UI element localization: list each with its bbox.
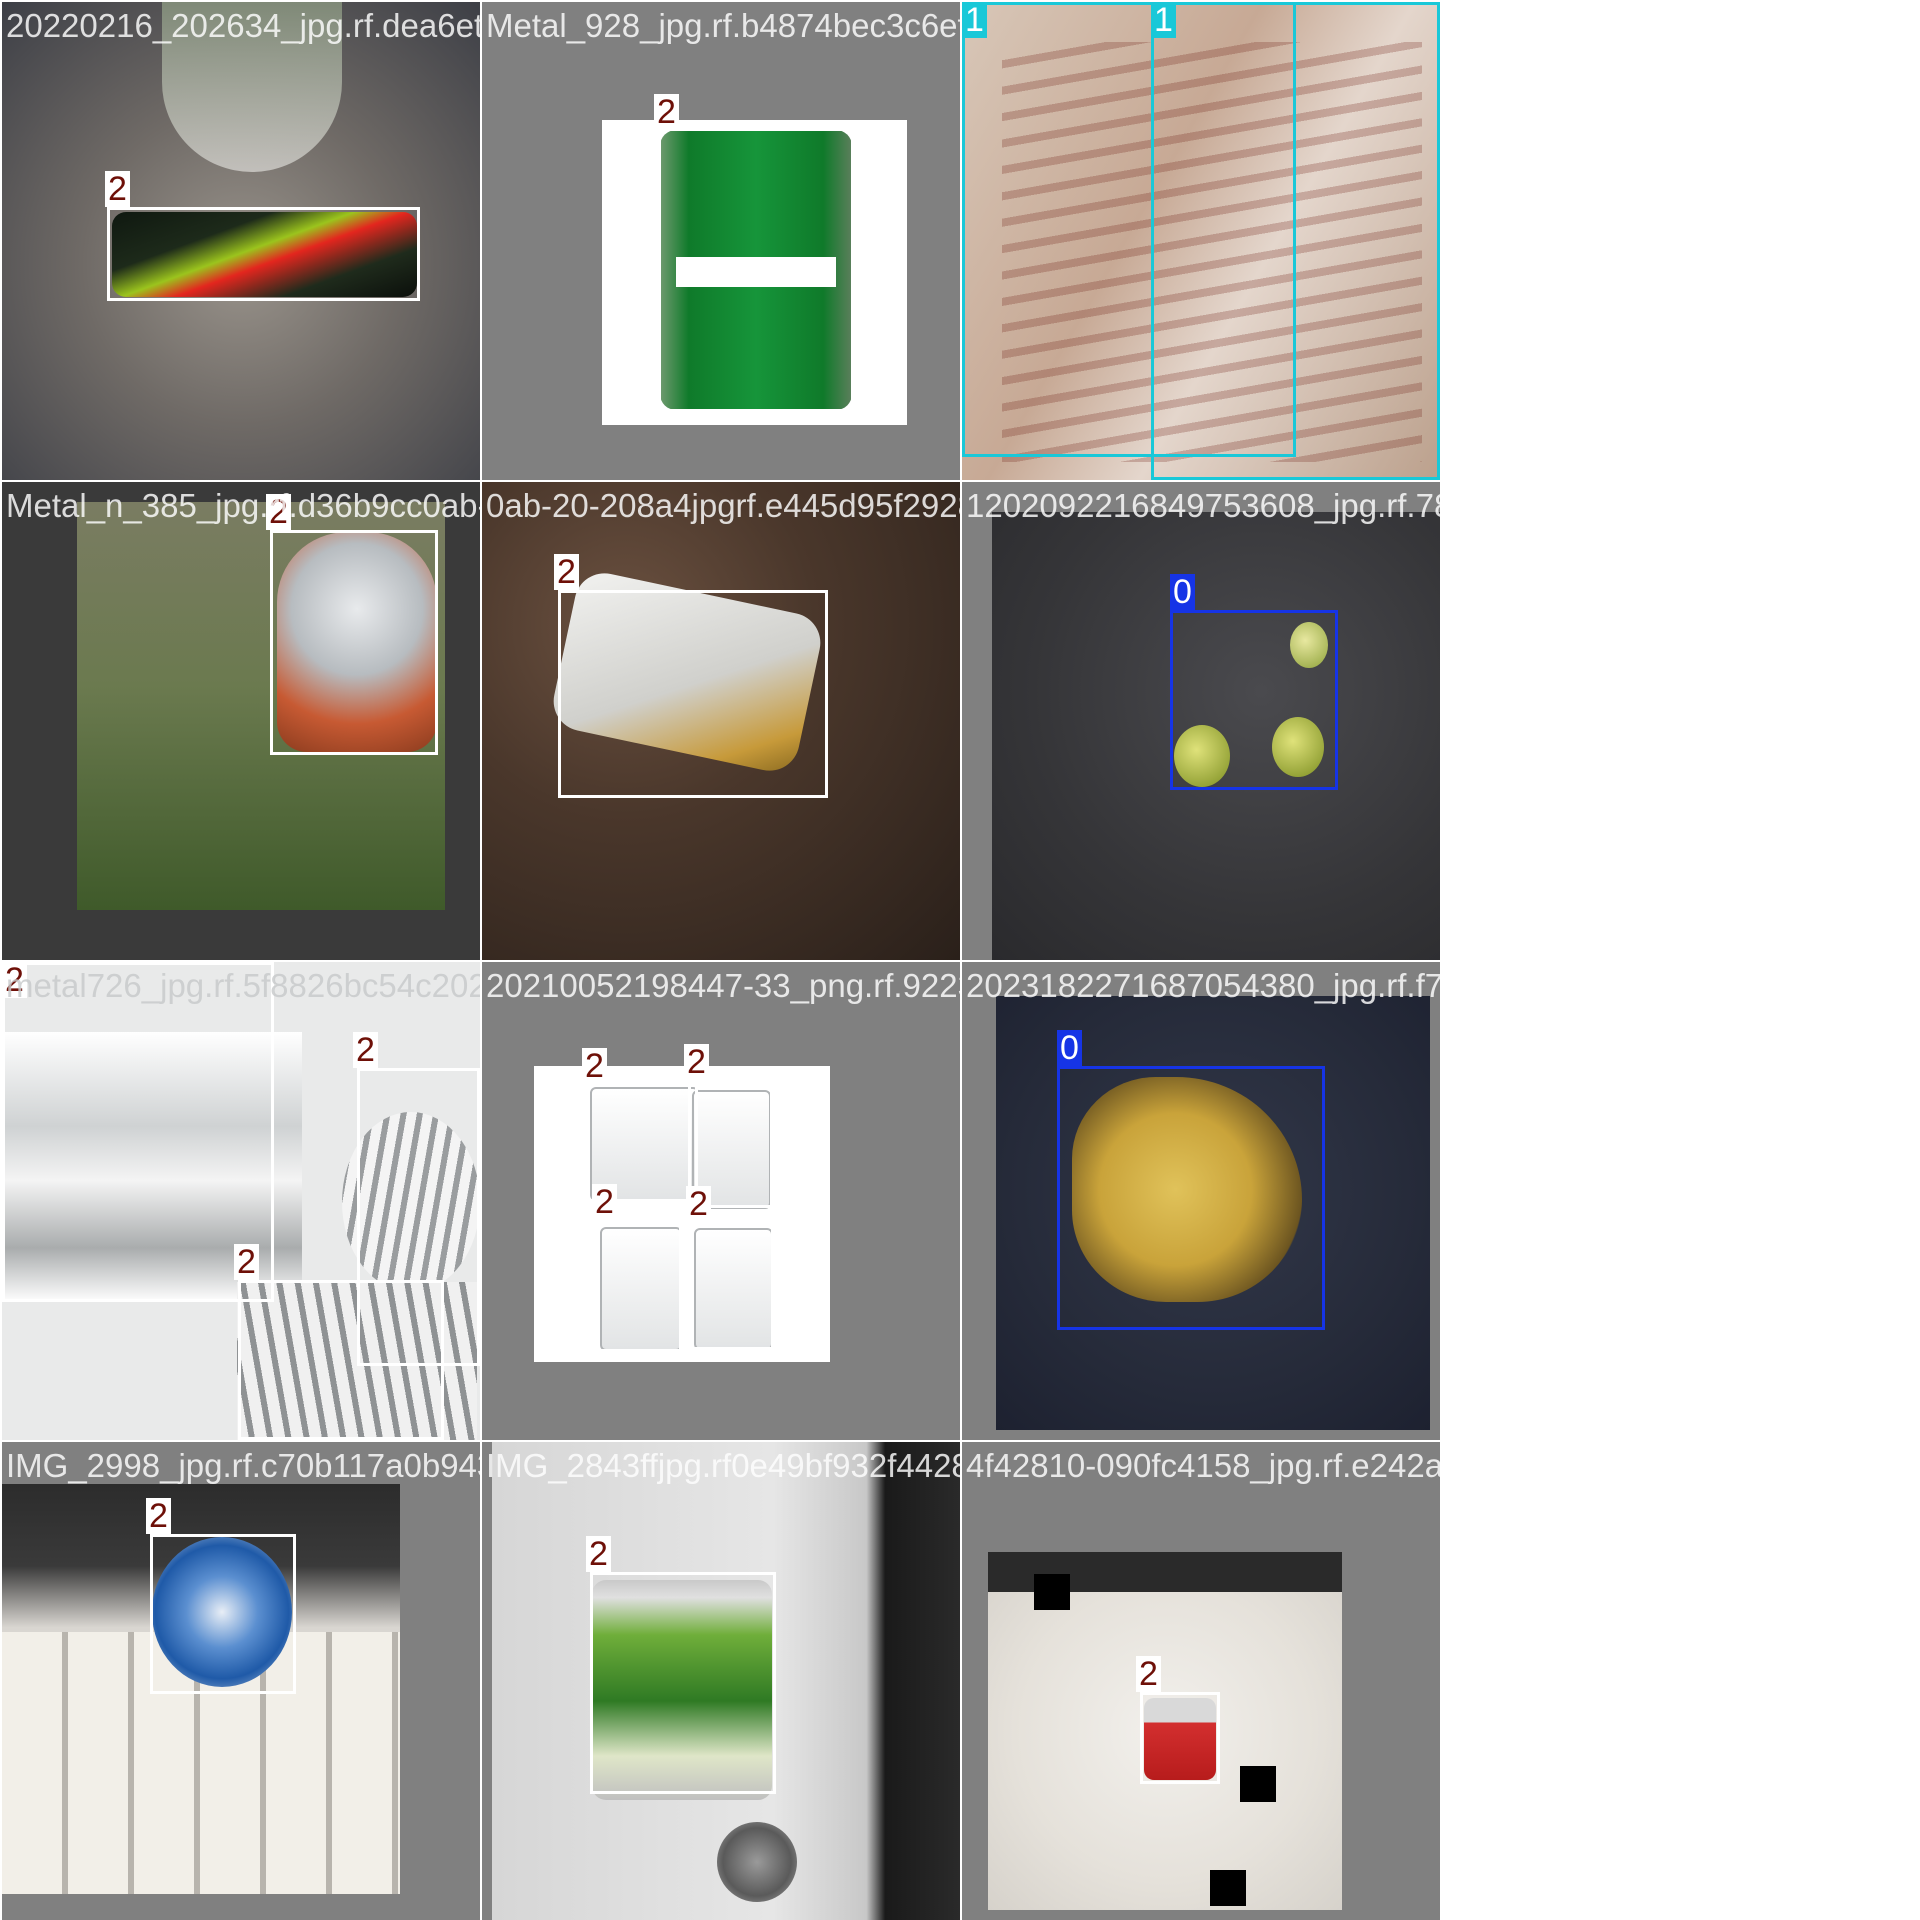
- tile-8: 2 2 2 2 20210052198447-33_png.rf.9223182…: [482, 962, 960, 1440]
- bbox-class-label: 2: [684, 1044, 709, 1080]
- tile-filename: 4f42810-090fc4158_jpg.rf.e242ae787b62c25: [966, 1447, 1440, 1484]
- tile-10: 2 IMG_2998_jpg.rf.c70b117a0b943782ffjpg.…: [2, 1442, 480, 1920]
- bbox-class-label: 2: [2, 962, 27, 998]
- bbox-class-label: 1: [1151, 2, 1176, 38]
- bbox-class-label: 2: [234, 1244, 259, 1280]
- tile-empty: [1442, 482, 1920, 960]
- tile-9: 0 2023182271687054380_jpg.rf.f7e42032a6a…: [962, 962, 1440, 1440]
- bbox-organic: [1057, 1066, 1325, 1330]
- bbox-class-label: 0: [1057, 1030, 1082, 1066]
- tile-3: 1 1: [962, 2, 1440, 480]
- bbox-can: [558, 590, 828, 798]
- bbox-class-label: 2: [353, 1032, 378, 1068]
- tile-6: 0 1202092216849753608_jpg.rf.78919670922…: [962, 482, 1440, 960]
- tile-empty: [1442, 2, 1920, 480]
- bbox-class-label: 2: [586, 1536, 611, 1572]
- bbox-can: [1140, 1692, 1220, 1784]
- bbox-can: [270, 530, 438, 755]
- bbox-can: [150, 1534, 296, 1694]
- bbox-can: [107, 207, 420, 301]
- bbox-class-label: 2: [105, 171, 130, 207]
- bbox-can: [238, 1280, 444, 1440]
- mask-block: [1210, 1870, 1246, 1906]
- bbox-class-label: 2: [1136, 1656, 1161, 1692]
- bbox-can: [658, 128, 854, 412]
- bbox-class-label: 1: [962, 2, 987, 38]
- bbox-glass: [596, 1222, 682, 1352]
- bbox-cup: [1151, 2, 1440, 480]
- bbox-class-label: 2: [266, 494, 291, 530]
- bbox-class-label: 2: [592, 1184, 617, 1220]
- tile-filename: IMG_2998_jpg.rf.c70b117a0b943782ffjpg.rf: [6, 1447, 480, 1484]
- tile-4: 2 Metal_n_385_jpg.rf.d36b9cc0ab-20-208a4…: [2, 482, 480, 960]
- tile-11: 2 IMG_2843ffjpg.rf0e49bf932f4428510-090f…: [482, 1442, 960, 1920]
- tile-12: 2 4f42810-090fc4158_jpg.rf.e242ae787b62c…: [962, 1442, 1440, 1920]
- tile-filename: Metal_928_jpg.rf.b4874bec3c6efb56ac04474…: [486, 7, 960, 44]
- mask-block: [1240, 1766, 1276, 1802]
- tile-7: 2 2 2 metal726_jpg.rf.5f8826bc54c2021005…: [2, 962, 480, 1440]
- bbox-can: [590, 1572, 776, 1794]
- mask-block: [1034, 1574, 1070, 1610]
- tile-empty: [1442, 1442, 1920, 1920]
- bbox-class-label: 0: [1170, 574, 1195, 610]
- bbox-class-label: 2: [686, 1186, 711, 1222]
- tile-1: 2 20220216_202634_jpg.rf.dea6etfd923ca3f…: [2, 2, 480, 480]
- bbox-class-label: 2: [554, 554, 579, 590]
- tile-5: 2 0ab-20-208a4jpgrf.e445d95f292898221684…: [482, 482, 960, 960]
- tile-filename: 20210052198447-33_png.rf.92231822716870: [486, 967, 960, 1004]
- door-handle-photo: [717, 1822, 797, 1902]
- bbox-organic: [1170, 610, 1338, 790]
- tile-empty: [1442, 962, 1920, 1440]
- bbox-class-label: 2: [146, 1498, 171, 1534]
- tile-2: 2 Metal_928_jpg.rf.b4874bec3c6efb56ac044…: [482, 2, 960, 480]
- training-batch-mosaic: 2 20220216_202634_jpg.rf.dea6etfd923ca3f…: [0, 0, 1920, 1920]
- bbox-class-label: 2: [582, 1048, 607, 1084]
- bbox-glass: [690, 1224, 774, 1350]
- bbox-class-label: 2: [654, 94, 679, 130]
